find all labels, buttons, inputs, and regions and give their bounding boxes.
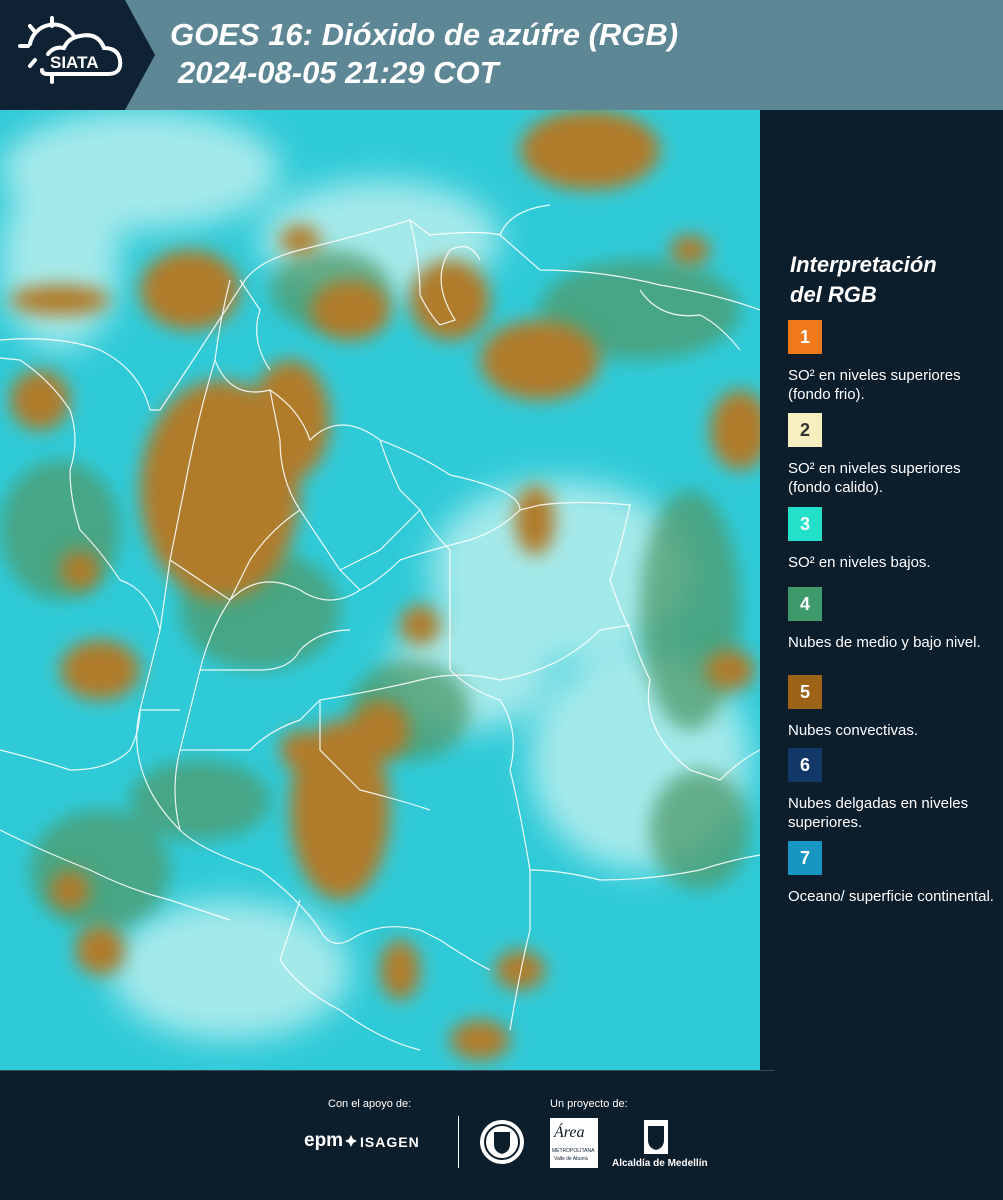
legend-text: SO² en niveles superiores (fondo frio).: [788, 367, 961, 403]
logo-separator: [458, 1116, 459, 1168]
isagen-logo: ISAGEN: [360, 1134, 420, 1150]
sun-cloud-icon: SIATA: [18, 16, 123, 84]
legend-item-6: 6 Nubes delgadas en niveles superiores.: [788, 748, 998, 832]
legend-title: Interpretación del RGB: [790, 250, 937, 310]
satellite-map[interactable]: [0, 110, 760, 1070]
header-bar: SIATA GOES 16: Dióxido de azúfre (RGB) 2…: [0, 0, 1003, 110]
page-title: GOES 16: Dióxido de azúfre (RGB) 2024-08…: [170, 16, 678, 92]
legend-item-7: 7 Oceano/ superficie continental.: [788, 841, 998, 906]
epm-logo: epm: [304, 1130, 344, 1151]
legend-title-line1: Interpretación: [790, 252, 937, 277]
logo-text: SIATA: [50, 53, 98, 72]
legend-item-1: 1 SO² en niveles superiores (fondo frio).: [788, 320, 998, 404]
siata-logo: SIATA: [0, 0, 155, 110]
legend-swatch: 5: [788, 675, 822, 709]
valle-text: Valle de Aburrá: [554, 1156, 588, 1162]
legend-swatch: 6: [788, 748, 822, 782]
metropolitana-text: METROPOLITANA: [552, 1148, 595, 1154]
title-datetime: 2024-08-05 21:29 COT: [178, 55, 499, 90]
legend-text: Nubes convectivas.: [788, 722, 919, 739]
project-label: Un proyecto de:: [550, 1098, 628, 1110]
legend-item-2: 2 SO² en niveles superiores (fondo calido…: [788, 413, 998, 497]
legend-title-line2: del RGB: [790, 282, 877, 307]
legend-text: SO² en niveles superiores (fondo calido)…: [788, 460, 961, 496]
support-label: Con el apoyo de:: [328, 1098, 412, 1110]
legend-swatch: 7: [788, 841, 822, 875]
legend-swatch: 2: [788, 413, 822, 447]
alcaldia-text: Alcaldía de Medellín: [612, 1158, 708, 1169]
legend-swatch: 3: [788, 507, 822, 541]
medellin-seal-icon: [480, 1120, 524, 1164]
area-text: Área: [554, 1124, 585, 1141]
title-product: GOES 16: Dióxido de azúfre (RGB): [170, 17, 679, 52]
legend-swatch: 1: [788, 320, 822, 354]
alcaldia-shield-icon: [644, 1120, 668, 1154]
legend-item-4: 4 Nubes de medio y bajo nivel.: [788, 587, 998, 652]
legend-text: Nubes de medio y bajo nivel.: [788, 634, 981, 651]
isagen-icon: [345, 1135, 357, 1147]
legend-panel: Interpretación del RGB 1 SO² en niveles s…: [762, 110, 1003, 1070]
footer-divider: [0, 1070, 775, 1071]
satellite-image: [0, 110, 760, 1070]
legend-item-5: 5 Nubes convectivas.: [788, 675, 998, 740]
legend-text: SO² en niveles bajos.: [788, 554, 931, 571]
legend-text: Nubes delgadas en niveles superiores.: [788, 795, 969, 831]
legend-swatch: 4: [788, 587, 822, 621]
legend-item-3: 3 SO² en niveles bajos.: [788, 507, 998, 572]
footer: Con el apoyo de: Un proyecto de: epm ISA…: [0, 1070, 1003, 1200]
legend-text: Oceano/ superficie continental.: [788, 888, 994, 905]
area-metropolitana-logo: Área METROPOLITANA Valle de Aburrá: [550, 1118, 598, 1168]
